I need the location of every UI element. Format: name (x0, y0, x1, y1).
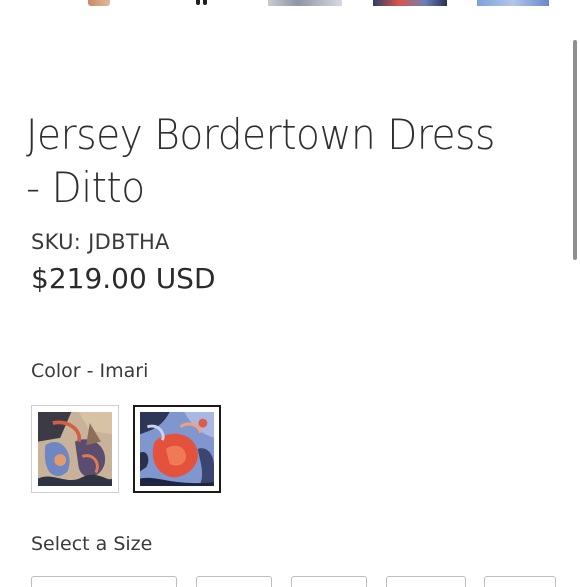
product-sku: SKU: JDBTHA (31, 230, 170, 254)
product-title: Jersey Bordertown Dress - Ditto (26, 110, 495, 212)
size-option-2[interactable] (196, 576, 272, 587)
product-thumbnail-4[interactable] (373, 0, 447, 6)
product-thumbnail-5[interactable] (477, 0, 549, 6)
page-scrollbar[interactable] (573, 40, 577, 260)
product-thumbnail-2[interactable] (190, 0, 216, 6)
product-thumbnail-3[interactable] (268, 0, 342, 6)
swatch-pattern-image (38, 412, 112, 486)
product-price: $219.00 USD (31, 262, 216, 295)
color-label: Color - Imari (31, 360, 149, 382)
size-option-3[interactable] (291, 576, 367, 587)
size-option-5[interactable] (484, 576, 556, 587)
color-swatch-1[interactable] (31, 405, 119, 493)
swatch-pattern-image (140, 412, 214, 486)
image-thumbnail-strip (0, 0, 580, 10)
size-option-1[interactable] (31, 576, 177, 587)
size-option-4[interactable] (386, 576, 466, 587)
color-swatch-2-selected[interactable] (133, 405, 221, 493)
size-label: Select a Size (31, 533, 153, 555)
product-thumbnail-1[interactable] (88, 0, 110, 6)
